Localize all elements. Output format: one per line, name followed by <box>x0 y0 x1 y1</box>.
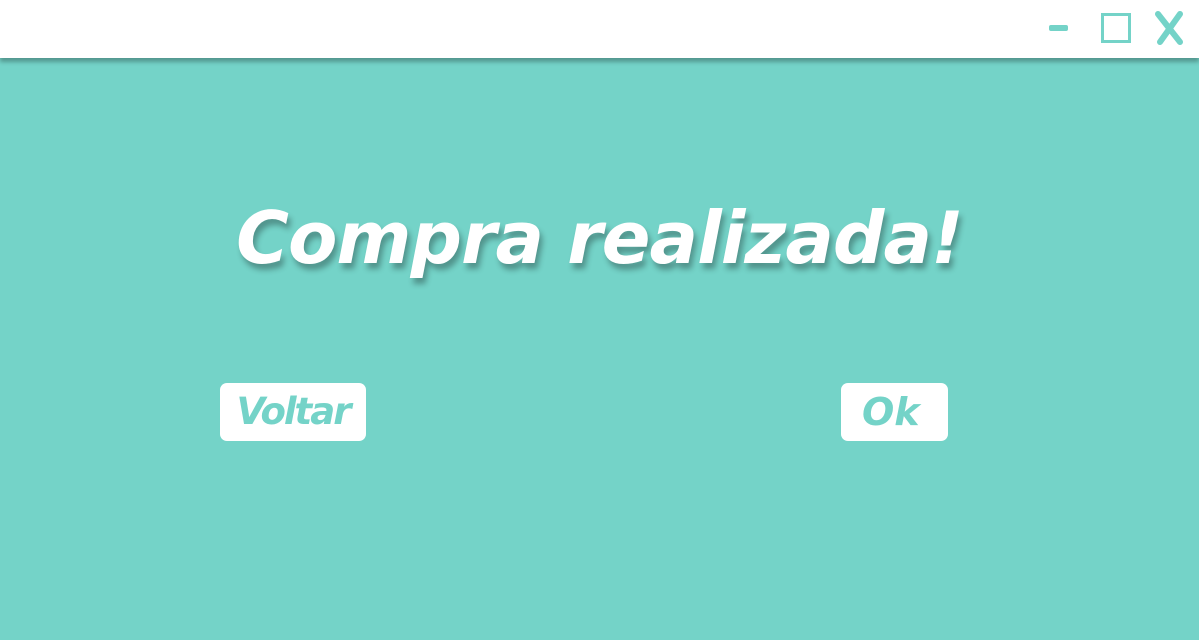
maximize-button[interactable] <box>1099 0 1135 58</box>
ok-button[interactable]: Ok <box>841 383 948 441</box>
app-window: Compra realizada! Voltar Ok <box>0 0 1199 640</box>
back-button[interactable]: Voltar <box>220 383 366 441</box>
minimize-button[interactable] <box>1044 0 1072 58</box>
close-icon <box>1155 11 1183 45</box>
minimize-icon <box>1049 25 1068 31</box>
close-button[interactable] <box>1149 0 1189 58</box>
title-bar <box>0 0 1199 58</box>
confirmation-heading: Compra realizada! <box>236 196 964 280</box>
maximize-icon <box>1101 13 1131 43</box>
